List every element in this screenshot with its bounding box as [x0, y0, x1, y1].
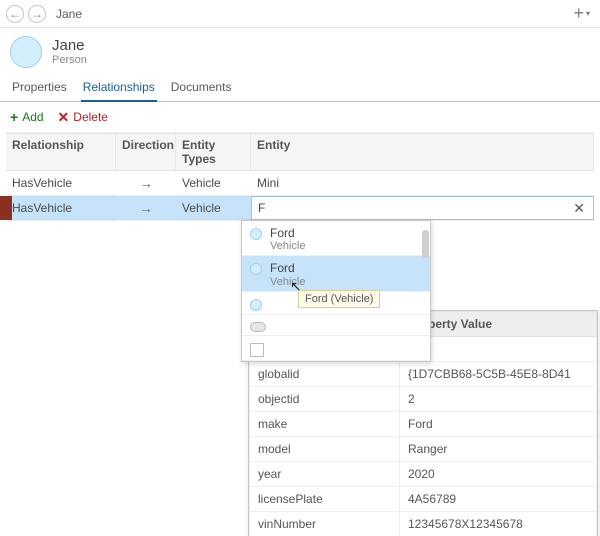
tabs: Properties Relationships Documents: [0, 72, 600, 102]
table-row: licensePlate4A56789: [250, 487, 597, 512]
arrow-left-icon: ←: [9, 8, 21, 20]
table-row: year2020: [250, 462, 597, 487]
cell-relationship: HasVehicle: [6, 197, 116, 219]
actions-bar: + Add ✕ Delete: [0, 102, 600, 132]
entity-type: Person: [52, 54, 87, 66]
dropdown-empty-item: [242, 336, 430, 361]
tooltip: Ford (Vehicle): [298, 290, 380, 308]
dropdown-item-label: Ford: [270, 226, 305, 240]
vehicle-icon: [250, 263, 262, 275]
empty-icon: [250, 343, 264, 357]
chevron-down-icon: ▾: [586, 9, 590, 18]
table-row: makeFord: [250, 412, 597, 437]
nav-forward-button[interactable]: →: [28, 5, 46, 23]
add-menu-button[interactable]: + ▾: [573, 3, 590, 24]
cell-entity-edit: ✕: [251, 196, 594, 220]
add-label: Add: [22, 110, 43, 124]
dropdown-item[interactable]: Ford Vehicle: [242, 221, 430, 256]
loading-icon: [250, 322, 266, 332]
cell-entity: Mini: [251, 172, 594, 194]
scrollbar-thumb[interactable]: [422, 230, 429, 258]
dropdown-item-label: Ford: [270, 261, 305, 275]
vehicle-icon: [250, 299, 262, 311]
table-row[interactable]: HasVehicle → Vehicle ✕: [6, 196, 594, 221]
relationships-grid: Relationship Direction Entity Types Enti…: [6, 132, 594, 221]
plus-icon: +: [573, 3, 584, 24]
table-row: objectid2: [250, 387, 597, 412]
col-entity-types[interactable]: Entity Types: [176, 134, 251, 170]
arrow-right-icon: →: [31, 8, 43, 20]
entity-type-icon: [10, 36, 42, 68]
entity-name: Jane: [52, 38, 87, 55]
cell-direction: →: [116, 171, 176, 195]
entity-input-wrapper: ✕: [251, 196, 594, 220]
table-row: globalid{1D7CBB68-5C5B-45E8-8D41: [250, 362, 597, 387]
dropdown-scrollbar[interactable]: [421, 222, 429, 360]
delete-button[interactable]: ✕ Delete: [58, 110, 108, 124]
table-row: modelRanger: [250, 437, 597, 462]
plus-icon: +: [10, 110, 18, 124]
col-direction[interactable]: Direction: [116, 134, 176, 170]
cell-relationship: HasVehicle: [6, 172, 116, 194]
dropdown-item-sub: Vehicle: [270, 240, 305, 252]
dropdown-item[interactable]: Ford Vehicle: [242, 256, 430, 291]
tab-properties[interactable]: Properties: [10, 76, 69, 101]
row-selection-marker: [0, 196, 12, 220]
cell-direction: →: [116, 196, 176, 220]
breadcrumb-title: Jane: [56, 7, 82, 21]
table-row[interactable]: HasVehicle → Vehicle Mini: [6, 171, 594, 196]
nav-back-button[interactable]: ←: [6, 5, 24, 23]
close-icon: ✕: [58, 110, 70, 124]
col-entity[interactable]: Entity: [251, 134, 594, 170]
tab-relationships[interactable]: Relationships: [81, 76, 157, 102]
cell-entity-types: Vehicle: [176, 172, 251, 194]
entity-header: Jane Person: [0, 28, 600, 72]
grid-header: Relationship Direction Entity Types Enti…: [6, 133, 594, 171]
vehicle-icon: [250, 228, 262, 240]
clear-icon[interactable]: ✕: [569, 200, 589, 217]
table-row: vinNumber12345678X12345678: [250, 512, 597, 536]
cell-entity-types: Vehicle: [176, 197, 251, 219]
tab-documents[interactable]: Documents: [169, 76, 234, 101]
dropdown-loading-item: [242, 315, 430, 336]
entity-search-input[interactable]: [256, 200, 569, 216]
col-relationship[interactable]: Relationship: [6, 134, 116, 170]
add-button[interactable]: + Add: [10, 110, 44, 124]
delete-label: Delete: [73, 110, 108, 124]
breadcrumb-bar: ← → Jane + ▾: [0, 0, 600, 28]
